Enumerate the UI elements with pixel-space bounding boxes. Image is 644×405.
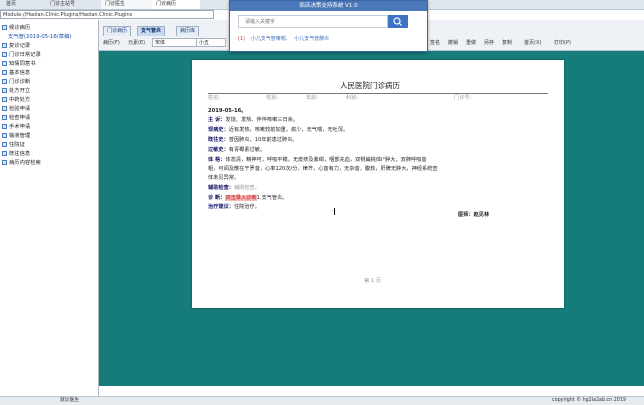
sidebar-item-exam-request[interactable]: 检查申请	[2, 114, 30, 122]
record-document[interactable]: 人民医院门诊病历 姓名： 性别： 年龄： 科别： 门诊号： 2019-05-16…	[192, 60, 564, 308]
document-icon	[2, 70, 7, 75]
folder-icon	[2, 61, 7, 66]
suggestion-link-pneumonia[interactable]: 小儿支气管肺炎	[294, 36, 329, 42]
search-icon	[393, 17, 402, 26]
text-cursor	[334, 208, 335, 215]
sidebar-item-diagnosis[interactable]: 门诊诊断	[2, 78, 30, 86]
sign-button[interactable]: 签名	[430, 39, 440, 48]
redo-button[interactable]: 重做	[466, 39, 476, 48]
document-icon	[2, 88, 7, 93]
document-icon	[2, 106, 7, 111]
decision-support-popup: 临床决策支持系统 V1.0 (1) 小儿支气管哮喘、 小儿支气管肺炎	[229, 0, 428, 52]
folder-icon	[2, 25, 7, 30]
print-button[interactable]: 打印(P)	[554, 39, 571, 48]
sidebar-item-lab-request[interactable]: 检验申请	[2, 105, 30, 113]
chief-complaint: 主 诉：发烧、发热、伴伴咳嗽三日余。	[208, 117, 299, 123]
diagnosis-line: 诊 断：双击录入诊断1.支气管炎。	[208, 195, 288, 201]
sidebar-item-basic-info[interactable]: 基本信息	[2, 69, 30, 77]
dept-field-label: 科别：	[346, 95, 362, 101]
document-icon	[2, 142, 7, 147]
sidebar-item-record-search[interactable]: 病历内容检索	[2, 159, 41, 167]
sidebar-item-consent[interactable]: 知情同意书	[2, 60, 36, 68]
header-rule	[208, 93, 548, 94]
search-icon	[2, 160, 7, 165]
save-as-button[interactable]: 另存	[484, 39, 494, 48]
copy-button[interactable]: 复制	[502, 39, 512, 48]
tab-record-library[interactable]: 病历库	[176, 26, 200, 36]
document-icon	[2, 151, 7, 156]
suggestion-count: (1)	[238, 36, 246, 42]
home-button[interactable]: 首页(X)	[524, 39, 541, 48]
sidebar-item-admission[interactable]: 住院证	[2, 141, 25, 149]
folder-icon	[2, 43, 7, 48]
page-number: 第 1 页	[364, 278, 381, 284]
past-history: 既往史：曾因肺炎，10年前患过肺炎。	[208, 137, 298, 143]
suggestion-links: (1) 小儿支气管哮喘、 小儿支气管肺炎	[238, 35, 329, 42]
document-icon	[2, 124, 7, 129]
search-button[interactable]	[388, 15, 408, 28]
document-icon	[2, 97, 7, 102]
gender-field-label: 性别：	[266, 95, 282, 101]
physical-exam-line-1: 体 格：体态清，精神可，呼吸平稳，无皮疹及紫绀，咽部充血，双侧扁桃体Ⅰ°肿大，双…	[208, 157, 427, 163]
sidebar: 候诊病历 支气管(2019-05-16(草稿) 复诊记录 门诊日常记录 知情同意…	[0, 20, 99, 396]
sidebar-item-daily-record[interactable]: 门诊日常记录	[2, 51, 41, 59]
sidebar-item-surgery-request[interactable]: 手术申请	[2, 123, 30, 131]
document-icon	[2, 133, 7, 138]
hospital-title: 人民医院门诊病历	[340, 81, 400, 90]
name-field-label: 姓名：	[208, 95, 224, 101]
window-tab-record[interactable]: 门诊病历	[152, 0, 200, 9]
age-field-label: 年龄：	[306, 95, 322, 101]
physical-exam-line-3: 体未见异常。	[208, 175, 240, 181]
aux-exam: 辅助检查：辅助检查。	[208, 185, 260, 191]
diagnosis-input-field[interactable]: 双击录入诊断	[225, 195, 257, 201]
document-icon	[2, 115, 7, 120]
size-select[interactable]: 小五	[196, 38, 226, 47]
address-bar[interactable]: Module://Haolan.Clinic.Plugins/Haolan.Cl…	[0, 10, 214, 19]
popup-title: 临床决策支持系统 V1.0	[230, 1, 427, 11]
sidebar-item-revisit[interactable]: 复诊记录	[2, 42, 30, 50]
sidebar-item-chinese-medicine[interactable]: 中药处方	[2, 96, 30, 104]
menu-element[interactable]: 元素(E)	[128, 39, 145, 48]
window-tab-doctor[interactable]: 门诊医生	[101, 0, 157, 9]
sidebar-item-history[interactable]: 既往信息	[2, 150, 30, 158]
treatment-advice: 治疗建议：住院治疗。	[208, 204, 260, 210]
sidebar-item-bronchitis-draft[interactable]: 支气管(2019-05-16(草稿)	[8, 33, 71, 41]
physical-exam-line-2: 粗，可闻及散在干罗音，心率120次/分，律齐，心音有力，无杂音，腹软，肝脾无肿大…	[208, 166, 438, 172]
window-tab-station[interactable]: 门诊主站号	[46, 0, 106, 9]
allergy-history: 过敏史：有青霉素过敏。	[208, 147, 266, 153]
sidebar-item-waiting-records[interactable]: 候诊病历	[2, 24, 30, 32]
window-tab-home[interactable]: 首页	[2, 0, 50, 9]
doctor-signature: 医师：赵见林	[458, 212, 490, 218]
suggestion-link-asthma[interactable]: 小儿支气管哮喘、	[251, 36, 291, 42]
search-input[interactable]	[238, 15, 388, 28]
visit-number-label: 门诊号：	[454, 95, 475, 101]
folder-icon	[2, 52, 7, 57]
menu-record[interactable]: 病历(F)	[103, 39, 120, 48]
sidebar-item-prescription[interactable]: 处方开立	[2, 87, 30, 95]
present-illness: 现病史：近有发热，咳嗽较前加重，痰少，无气喘，无吐泻。	[208, 127, 349, 133]
sidebar-item-infusion[interactable]: 输液管理	[2, 132, 30, 140]
document-icon	[2, 79, 7, 84]
tab-outpatient-record[interactable]: 门诊病历	[103, 26, 132, 36]
visit-date: 2019-05-16。	[208, 108, 247, 114]
tab-bronchitis[interactable]: 支气管炎	[137, 26, 166, 36]
undo-button[interactable]: 撤销	[448, 39, 458, 48]
